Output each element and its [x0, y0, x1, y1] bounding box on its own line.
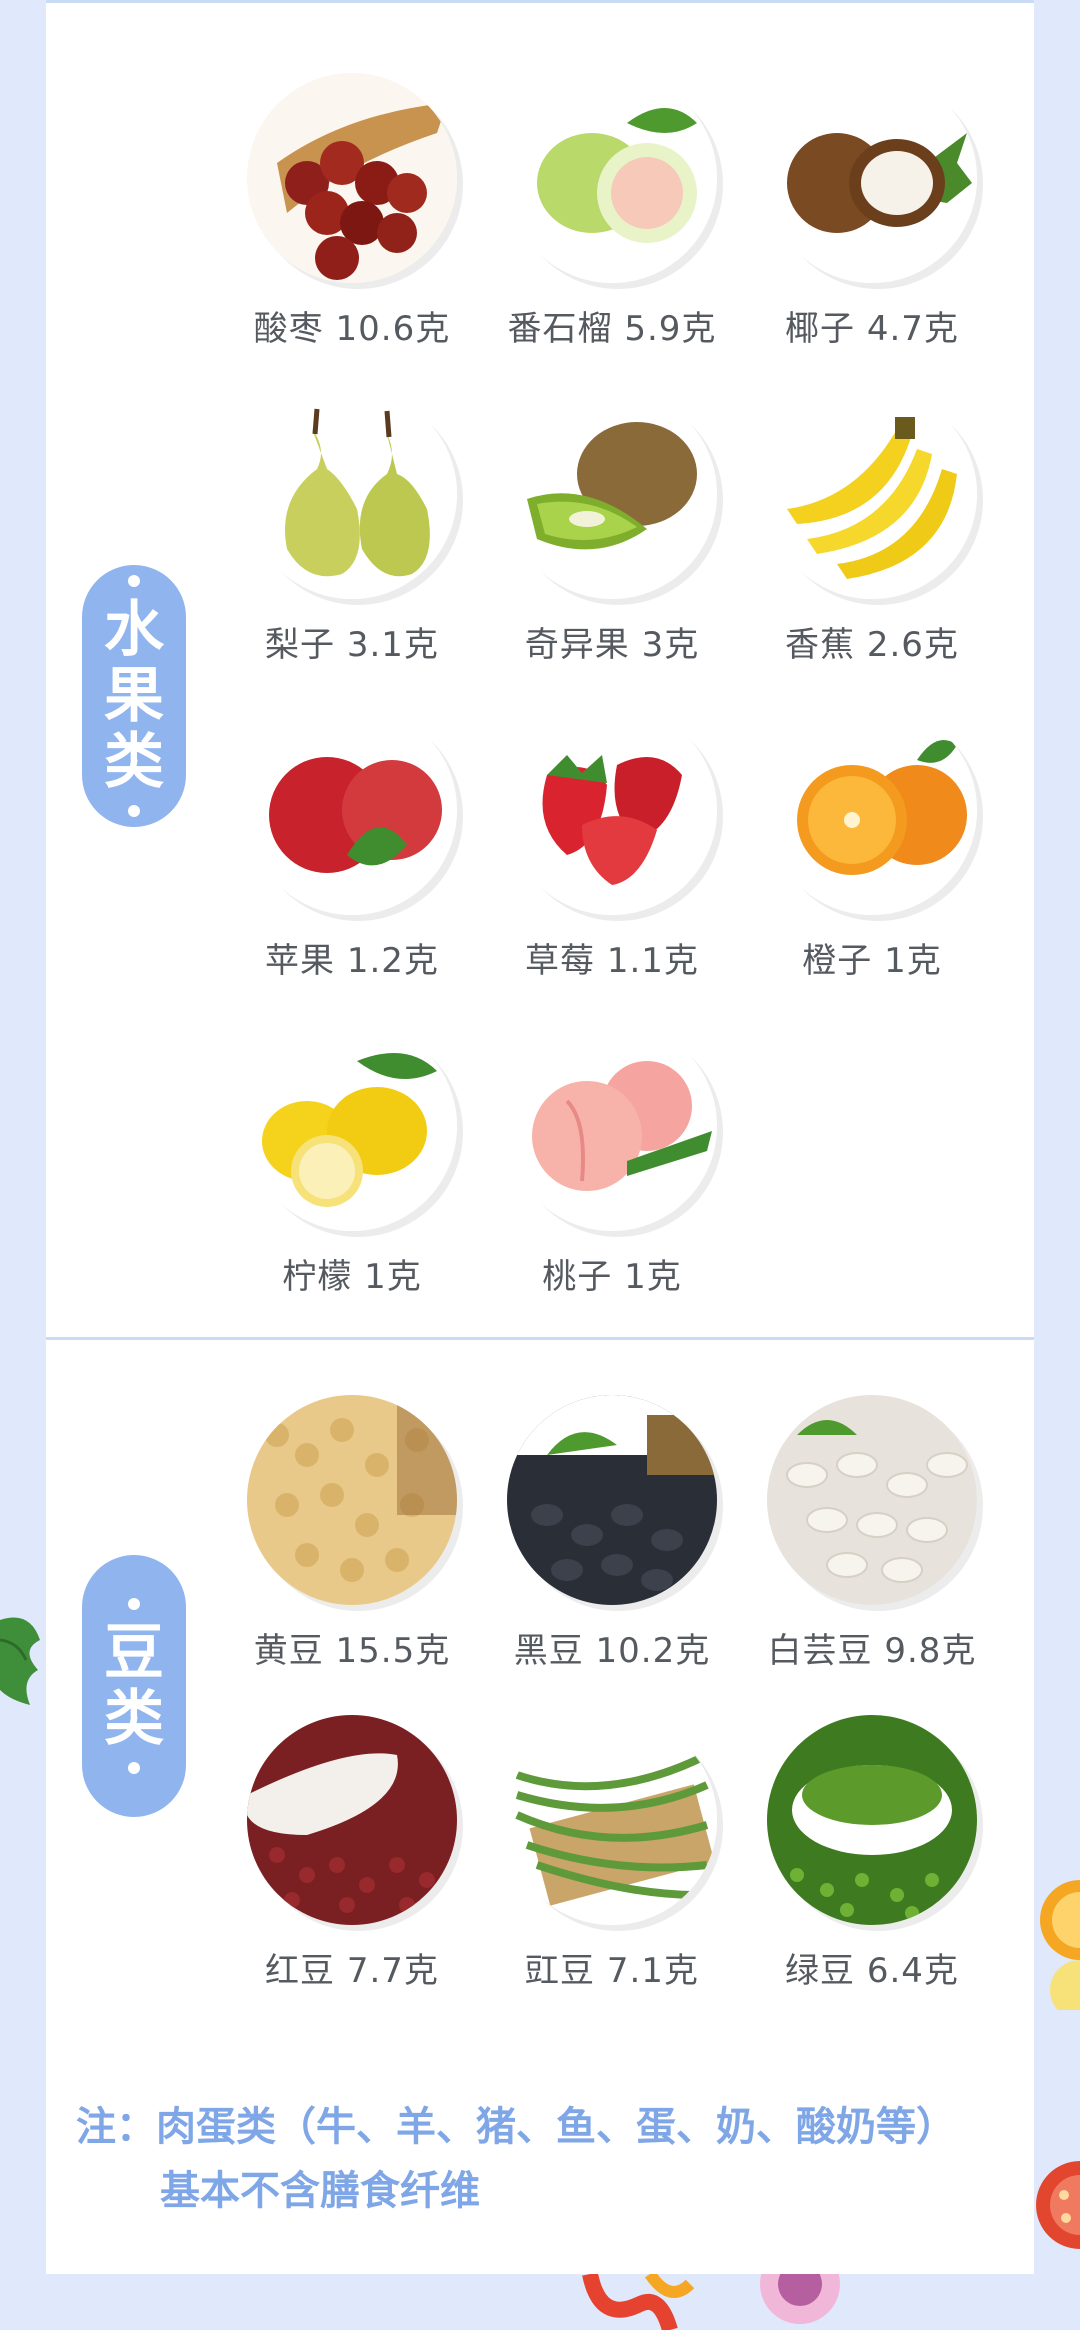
fruit-item-banana: 香蕉 2.6克 [742, 389, 1002, 666]
bean-item-red-bean: 红豆 7.7克 [222, 1715, 482, 1992]
category-char: 豆 [104, 1618, 164, 1688]
tomato-slice-decoration [1034, 2150, 1080, 2260]
bean-label: 绿豆 6.4克 [785, 1951, 959, 1991]
fruit-item-coconut: 椰子 4.7克 [742, 73, 1002, 350]
bean-label: 黄豆 15.5克 [253, 1631, 451, 1671]
parsley-decoration [0, 1580, 46, 1720]
pill-dot [128, 575, 140, 587]
footnote: 注：肉蛋类（牛、羊、猪、鱼、蛋、奶、酸奶等） 基本不含膳食纤维 [76, 2095, 1016, 2223]
fruit-label: 柠檬 1克 [282, 1257, 422, 1297]
fruit-item-lemon: 柠檬 1克 [222, 1021, 482, 1298]
fruit-item-apple: 苹果 1.2克 [222, 705, 482, 982]
section-divider [46, 1337, 1034, 1340]
bean-item-black-bean: 黑豆 10.2克 [482, 1395, 742, 1672]
pill-dot [128, 805, 140, 817]
fruit-label: 酸枣 10.6克 [253, 309, 451, 349]
fruit-label: 番石榴 5.9克 [507, 309, 717, 349]
fruit-label: 苹果 1.2克 [265, 941, 439, 981]
fruit-item-pear: 梨子 3.1克 [222, 389, 482, 666]
bean-label: 豇豆 7.1克 [525, 1951, 699, 1991]
fruit-item-orange: 橙子 1克 [742, 705, 1002, 982]
fruit-item-strawberry: 草莓 1.1克 [482, 705, 742, 982]
bean-item-soybean: 黄豆 15.5克 [222, 1395, 482, 1672]
fruit-label: 香蕉 2.6克 [785, 625, 959, 665]
apple-icon [247, 705, 457, 915]
pill-dot [128, 1598, 140, 1610]
banana-icon [767, 389, 977, 599]
soybean-icon [247, 1395, 457, 1605]
lemon-icon [247, 1021, 457, 1231]
category-char: 水 [104, 595, 164, 665]
red-bean-icon [247, 1715, 457, 1925]
peach-icon [507, 1021, 717, 1231]
fruit-item-jujube: 酸枣 10.6克 [222, 73, 482, 350]
orange-icon [767, 705, 977, 915]
bean-label: 黑豆 10.2克 [513, 1631, 711, 1671]
cowpea-icon [507, 1715, 717, 1925]
bean-item-white-kidney-bean: 白芸豆 9.8克 [742, 1395, 1002, 1672]
category-char: 类 [104, 727, 164, 797]
category-char: 果 [104, 661, 164, 731]
pill-dot [128, 1762, 140, 1774]
fruit-label: 橙子 1克 [802, 941, 942, 981]
bean-item-cowpea: 豇豆 7.1克 [482, 1715, 742, 1992]
black-bean-icon [507, 1395, 717, 1605]
fruit-label: 奇异果 3克 [524, 625, 700, 665]
fruit-label: 椰子 4.7克 [785, 309, 959, 349]
fruit-item-peach: 桃子 1克 [482, 1021, 742, 1298]
category-char: 类 [104, 1684, 164, 1754]
bean-item-mung-bean: 绿豆 6.4克 [742, 1715, 1002, 1992]
category-label-beans: 豆 类 [82, 1555, 186, 1817]
pear-icon [247, 389, 457, 599]
fruit-label: 草莓 1.1克 [525, 941, 699, 981]
strawberry-icon [507, 705, 717, 915]
orange-slice-decoration [1034, 1880, 1080, 2020]
fruit-label: 梨子 3.1克 [265, 625, 439, 665]
mung-bean-icon [767, 1715, 977, 1925]
footnote-line-2: 基本不含膳食纤维 [160, 2168, 480, 2214]
category-label-fruit: 水 果 类 [82, 565, 186, 827]
fruit-item-guava: 番石榴 5.9克 [482, 73, 742, 350]
bean-label: 红豆 7.7克 [265, 1951, 439, 1991]
candy-decoration [580, 2244, 860, 2330]
kiwi-icon [507, 389, 717, 599]
white-kidney-bean-icon [767, 1395, 977, 1605]
jujube-icon [247, 73, 457, 283]
guava-icon [507, 73, 717, 283]
bean-label: 白芸豆 9.8克 [767, 1631, 977, 1671]
footnote-line-1: 注：肉蛋类（牛、羊、猪、鱼、蛋、奶、酸奶等） [76, 2104, 956, 2150]
fruit-label: 桃子 1克 [542, 1257, 682, 1297]
fruit-item-kiwi: 奇异果 3克 [482, 389, 742, 666]
fiber-content-card: 水 果 类 酸枣 10.6克 番石榴 5.9克 椰子 4.7克 梨子 3.1克 … [46, 0, 1034, 2274]
coconut-icon [767, 73, 977, 283]
